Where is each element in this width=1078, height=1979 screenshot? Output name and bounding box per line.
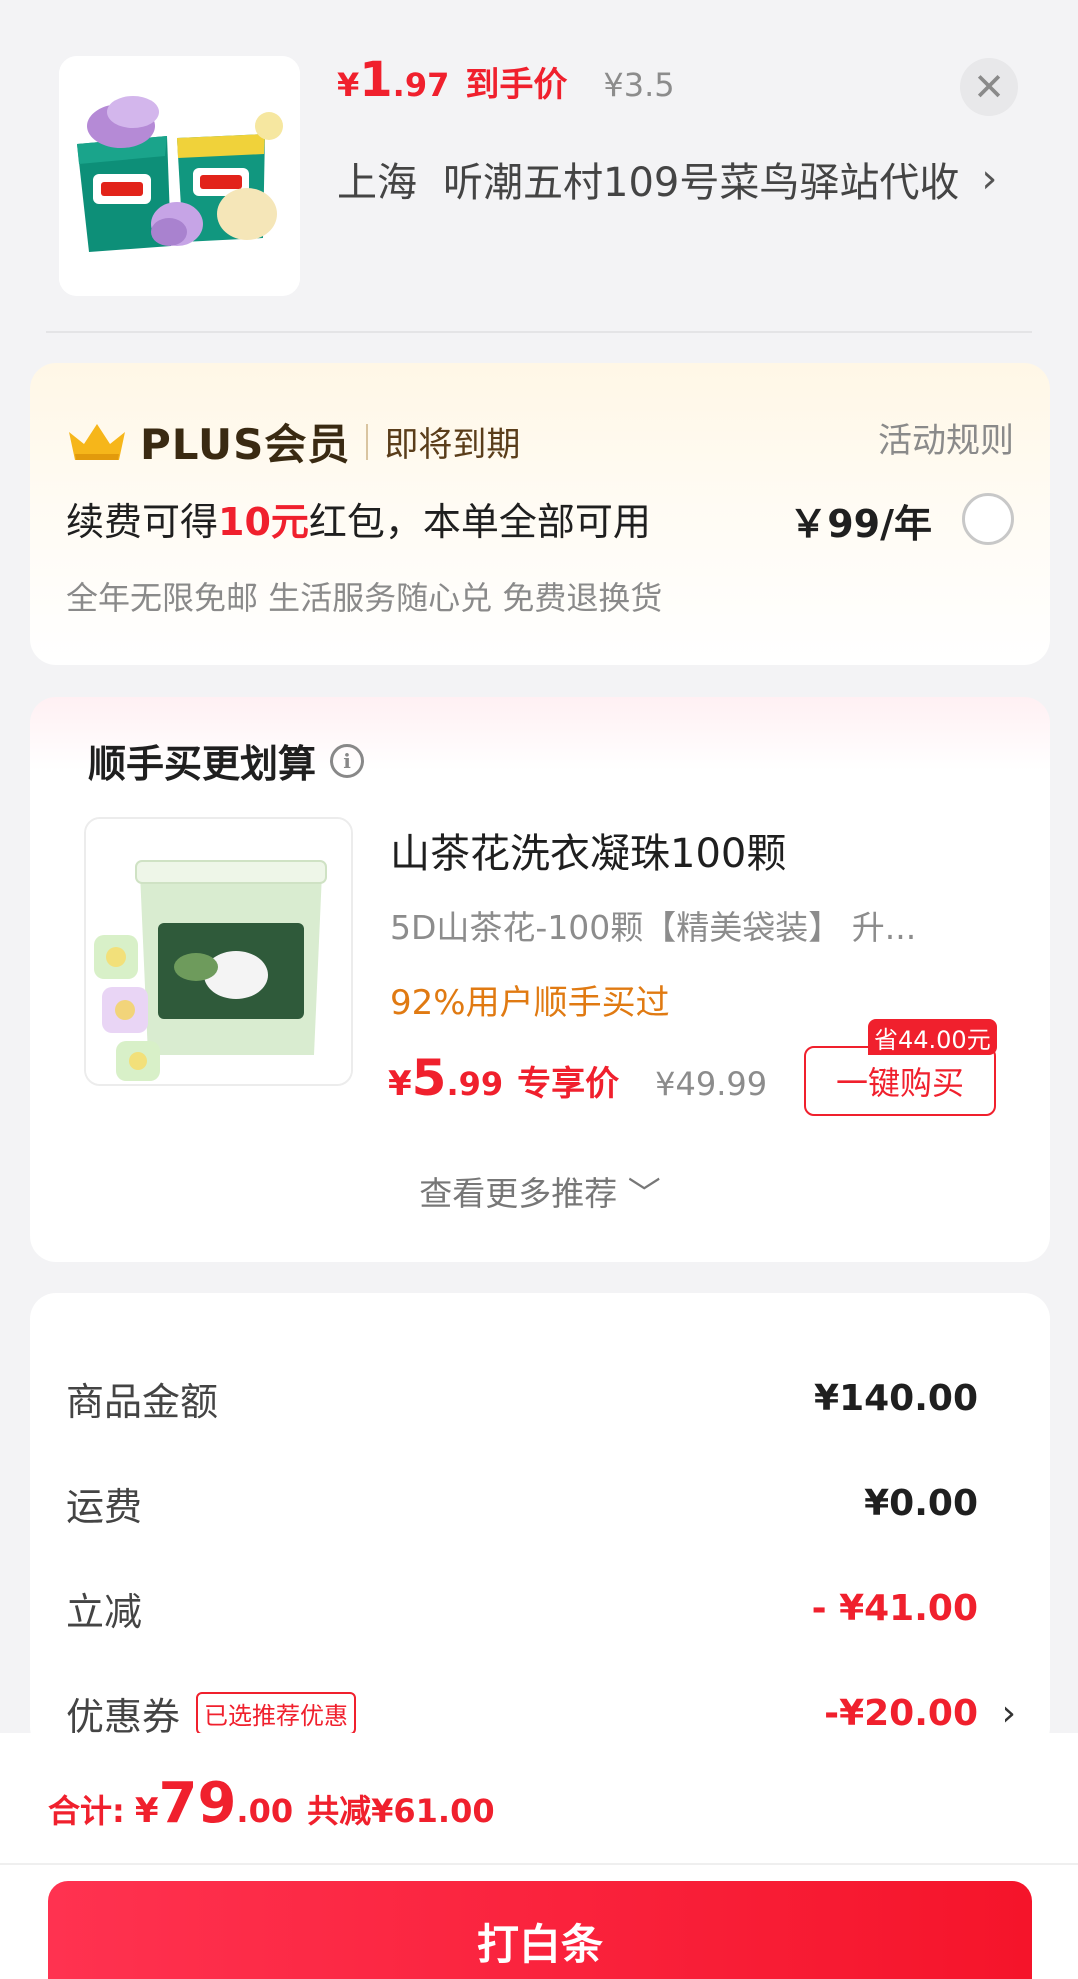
chevron-right-icon: › xyxy=(981,156,998,202)
summary-value: -¥20.00 xyxy=(824,1692,978,1734)
address-city: 上海 xyxy=(337,160,417,206)
activity-rules-link[interactable]: 活动规则 xyxy=(878,413,1014,462)
price-summary-card: 商品金额 ¥140.00 运费 ¥0.00 立减 - ¥41.00 优惠券 已选… xyxy=(30,1293,1050,1753)
chevron-right-icon: › xyxy=(1001,1692,1016,1734)
plus-offer: 续费可得10元红包，本单全部可用 xyxy=(66,491,651,546)
crown-icon xyxy=(69,423,125,460)
header-price: ¥ 1 .97 到手价 ¥3.5 xyxy=(337,52,675,122)
plus-expire-status: 即将到期 xyxy=(384,425,521,465)
summary-value: - ¥41.00 xyxy=(811,1587,978,1629)
info-icon[interactable]: i xyxy=(330,743,365,778)
price-currency: ¥ xyxy=(388,1064,412,1104)
one-click-buy-button[interactable]: 一键购买 xyxy=(804,1046,996,1116)
price-decimal: .99 xyxy=(446,1065,504,1103)
product-thumbnail-image xyxy=(59,56,300,296)
total-label: 合计: xyxy=(48,1792,125,1830)
summary-label: 运费 xyxy=(66,1484,143,1529)
offer-highlight: 10元 xyxy=(218,500,309,544)
recommend-card: 顺手买更划算 i 山茶花洗衣凝珠100颗 5D山茶花-100颗【精美袋装】 升.… xyxy=(30,697,1050,1262)
product-thumbnail[interactable] xyxy=(59,56,300,296)
recommend-title-text: 顺手买更划算 xyxy=(88,742,317,786)
pay-button[interactable]: 打白条 xyxy=(48,1881,1032,1979)
save-badge: 省44.00元 xyxy=(868,1019,997,1055)
pay-button-label: 打白条 xyxy=(476,1920,603,1969)
plus-header: PLUS会员 即将到期 xyxy=(66,411,520,472)
checkout-sheet: ¥ 1 .97 到手价 ¥3.5 ✕ 上海 听潮五村109号菜鸟驿站代收 › P… xyxy=(0,0,1078,1979)
offer-prefix: 续费可得 xyxy=(66,500,219,544)
price-currency: ¥ xyxy=(337,66,360,104)
offer-suffix: 红包，本单全部可用 xyxy=(308,500,651,544)
recommend-product-name[interactable]: 山茶花洗衣凝珠100颗 xyxy=(390,821,786,879)
recommend-title: 顺手买更划算 i xyxy=(88,733,365,788)
summary-row-discount: 立减 - ¥41.00 xyxy=(66,1578,1016,1638)
bottom-divider xyxy=(0,1863,1078,1865)
coupon-selected-tag: 已选推荐优惠 xyxy=(196,1691,357,1735)
more-recommendations-link[interactable]: 查看更多推荐 ﹀ xyxy=(30,1167,1050,1215)
total-currency: ¥ xyxy=(134,1791,159,1831)
total-decimal: .00 xyxy=(236,1792,294,1830)
summary-value: ¥0.00 xyxy=(864,1482,978,1524)
recommend-product-stat: 92%用户顺手买过 xyxy=(390,983,670,1023)
total-reduction: 共减¥61.00 xyxy=(307,1792,495,1830)
recommend-product-price: ¥ 5 .99 专享价 ¥49.99 xyxy=(388,1049,767,1107)
total-integer: 79 xyxy=(158,1771,237,1836)
recommend-product-spec[interactable]: 5D山茶花-100颗【精美袋装】 升... xyxy=(390,901,1010,949)
plus-title: PLUS会员 xyxy=(140,420,351,469)
summary-label: 商品金额 xyxy=(66,1379,219,1424)
plus-select-radio[interactable] xyxy=(962,493,1014,545)
order-header: ¥ 1 .97 到手价 ¥3.5 ✕ 上海 听潮五村109号菜鸟驿站代收 › xyxy=(0,0,1078,330)
summary-value: ¥140.00 xyxy=(814,1377,978,1419)
close-icon: ✕ xyxy=(973,65,1005,109)
recommend-product-photo xyxy=(86,819,351,1084)
order-total: 合计: ¥ 79 .00 共减¥61.00 xyxy=(48,1771,495,1836)
checkout-bar: 合计: ¥ 79 .00 共减¥61.00 打白条 xyxy=(0,1733,1078,1979)
address-detail: 听潮五村109号菜鸟驿站代收 xyxy=(443,160,960,206)
price-integer: 5 xyxy=(411,1049,447,1107)
summary-label: 立减 xyxy=(66,1589,143,1634)
price-tag: 到手价 xyxy=(465,65,568,105)
close-button[interactable]: ✕ xyxy=(960,58,1018,116)
recommend-product-image[interactable] xyxy=(84,817,353,1086)
plus-benefits: 全年无限免邮 生活服务随心兑 免费退换货 xyxy=(66,579,663,617)
summary-row-subtotal: 商品金额 ¥140.00 xyxy=(66,1368,1016,1428)
delivery-address[interactable]: 上海 听潮五村109号菜鸟驿站代收 › xyxy=(337,150,997,208)
plus-separator xyxy=(366,423,369,460)
header-divider xyxy=(46,331,1032,333)
original-price: ¥49.99 xyxy=(655,1065,768,1103)
plus-price: ￥99/年 xyxy=(789,502,932,546)
plus-membership-card: PLUS会员 即将到期 活动规则 续费可得10元红包，本单全部可用 ￥99/年 … xyxy=(30,363,1050,665)
price-integer: 1 xyxy=(359,52,393,108)
price-tag: 专享价 xyxy=(517,1064,620,1104)
summary-row-shipping: 运费 ¥0.00 xyxy=(66,1473,1016,1533)
original-price: ¥3.5 xyxy=(603,66,675,104)
price-decimal: .97 xyxy=(392,66,450,104)
